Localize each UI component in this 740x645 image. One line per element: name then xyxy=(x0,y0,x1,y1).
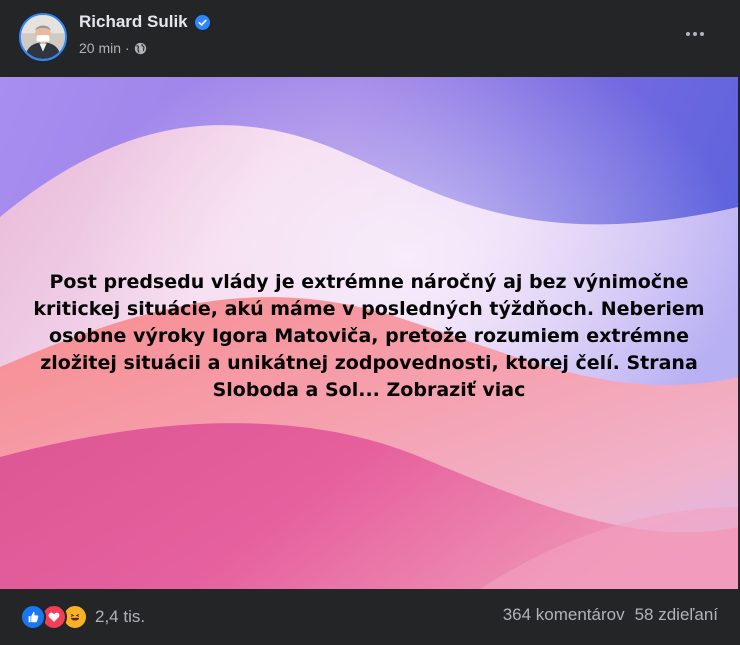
shares-count[interactable]: 58 zdieľaní xyxy=(635,605,718,625)
reactions-summary[interactable]: 2,4 tis. xyxy=(20,604,145,630)
reaction-count[interactable]: 2,4 tis. xyxy=(95,607,145,627)
comments-count[interactable]: 364 komentárov xyxy=(503,605,625,625)
more-dot xyxy=(700,32,704,36)
post-body-text: Post predsedu vlády je extrémne náročný … xyxy=(30,269,708,404)
avatar-photo xyxy=(21,15,65,59)
globe-icon[interactable] xyxy=(134,42,147,55)
post-header: Richard Sulik 20 min · xyxy=(0,0,740,77)
meta-separator: · xyxy=(125,40,130,56)
more-dot xyxy=(693,32,697,36)
post-background[interactable]: Post predsedu vlády je extrémne náročný … xyxy=(0,77,738,589)
author-avatar[interactable] xyxy=(19,13,67,61)
like-reaction-icon xyxy=(20,604,46,630)
author-name[interactable]: Richard Sulik xyxy=(79,12,188,32)
post-meta: 20 min · xyxy=(79,40,147,56)
post-time[interactable]: 20 min xyxy=(79,40,121,56)
post-card: Richard Sulik 20 min · Post predsedu vlá… xyxy=(0,0,740,645)
more-dot xyxy=(686,32,690,36)
engagement-counts: 364 komentárov 58 zdieľaní xyxy=(503,605,718,625)
see-more-link[interactable]: Zobraziť viac xyxy=(387,379,526,401)
post-footer: 2,4 tis. 364 komentárov 58 zdieľaní xyxy=(0,589,740,645)
verified-badge-icon xyxy=(194,14,210,30)
author-name-row: Richard Sulik xyxy=(79,12,210,32)
more-options-button[interactable] xyxy=(678,22,712,46)
post-text: Post predsedu vlády je extrémne náročný … xyxy=(33,271,705,401)
